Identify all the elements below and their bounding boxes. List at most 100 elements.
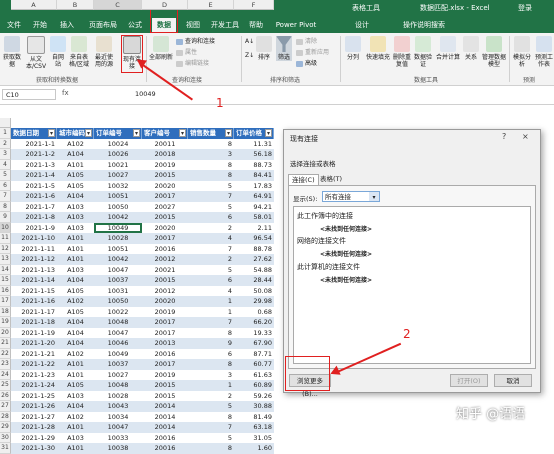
filter-dropdown-icon[interactable]: ▾ (133, 129, 140, 137)
advanced-filter-button[interactable]: 高级 (296, 60, 317, 68)
table-cell[interactable]: 2021-1-13 (11, 265, 57, 276)
table-header-cell[interactable]: 订单编号 ▾ (94, 128, 142, 139)
row-header[interactable]: 2 (0, 138, 11, 149)
row-header[interactable]: 1 (0, 128, 11, 139)
tab-page-layout[interactable]: 页面布局 (86, 18, 120, 32)
row-header[interactable]: 19 (0, 317, 11, 328)
table-cell[interactable]: 2021-1-20 (11, 338, 57, 349)
table-cell[interactable]: 94.21 (234, 202, 274, 213)
cancel-button[interactable]: 取消 (494, 374, 532, 387)
table-cell[interactable]: 2 (188, 391, 234, 402)
filter-dropdown-icon[interactable]: ▾ (48, 129, 55, 137)
row-header[interactable]: 4 (0, 159, 11, 170)
table-cell[interactable]: A101 (57, 443, 94, 454)
recent-sources-button[interactable]: 最近使用的源 (93, 36, 115, 68)
tab-formulas[interactable]: 公式 (125, 18, 145, 32)
table-cell[interactable]: 54.88 (234, 265, 274, 276)
row-header[interactable]: 8 (0, 201, 11, 212)
table-cell[interactable]: 20016 (142, 433, 188, 444)
tab-power-pivot[interactable]: Power Pivot (272, 18, 320, 32)
table-cell[interactable]: 2021-1-8 (11, 212, 57, 223)
column-header-f[interactable]: F (234, 0, 274, 10)
table-cell[interactable]: 3 (188, 149, 234, 160)
table-cell[interactable]: 4 (188, 286, 234, 297)
table-cell[interactable]: 2021-1-15 (11, 286, 57, 297)
column-header-c[interactable]: C (94, 0, 142, 10)
table-cell[interactable]: 2021-1-16 (11, 296, 57, 307)
table-cell[interactable]: 10049 (94, 349, 142, 360)
table-cell[interactable]: A102 (57, 296, 94, 307)
worksheet-grid[interactable]: 1 数据日期 ▾ 城市编码 ▾ 订单编号 ▾ 客户编号 ▾ 销售数量 ▾ 订单价格 ▾ 2 2021-1-1… (0, 128, 283, 454)
table-cell[interactable]: A105 (57, 380, 94, 391)
table-cell[interactable]: 7 (188, 317, 234, 328)
relationships-button[interactable]: 关系 (463, 36, 479, 61)
table-cell[interactable]: 58.01 (234, 212, 274, 223)
flash-fill-button[interactable]: 快速填充 (366, 36, 390, 61)
table-cell[interactable]: 1 (188, 307, 234, 318)
table-cell[interactable]: 2021-1-25 (11, 391, 57, 402)
row-header[interactable]: 5 (0, 170, 11, 181)
formula-input[interactable]: 10049 (135, 90, 156, 98)
table-cell[interactable]: 2021-1-24 (11, 380, 57, 391)
row-header[interactable]: 28 (0, 411, 11, 422)
table-cell[interactable]: 2021-1-18 (11, 317, 57, 328)
table-cell[interactable]: 10033 (94, 433, 142, 444)
row-header[interactable]: 31 (0, 443, 11, 454)
table-cell[interactable]: 10037 (94, 275, 142, 286)
text-to-columns-button[interactable]: 分列 (344, 36, 362, 61)
table-cell[interactable]: A101 (57, 254, 94, 265)
table-cell[interactable]: A105 (57, 181, 94, 192)
table-cell[interactable]: 2021-1-17 (11, 307, 57, 318)
table-cell[interactable]: 8 (188, 412, 234, 423)
table-cell[interactable]: 60.77 (234, 359, 274, 370)
table-cell[interactable]: 56.18 (234, 149, 274, 160)
dialog-close-button[interactable]: × (522, 132, 529, 141)
row-header[interactable]: 22 (0, 348, 11, 359)
tab-developer[interactable]: 开发工具 (208, 18, 242, 32)
table-cell[interactable]: 11.31 (234, 139, 274, 150)
column-header-a[interactable]: A (11, 0, 57, 10)
connections-list[interactable]: 此工作簿中的连接 <未找到任何连接> 网络的连接文件 <未找到任何连接> 此计算… (293, 206, 531, 364)
table-cell[interactable]: 8 (188, 359, 234, 370)
table-cell[interactable]: 5 (188, 401, 234, 412)
table-cell[interactable]: 10021 (94, 160, 142, 171)
table-cell[interactable]: 2021-1-5 (11, 181, 57, 192)
table-cell[interactable]: 2021-1-29 (11, 433, 57, 444)
table-cell[interactable]: 10022 (94, 307, 142, 318)
table-cell[interactable]: 10047 (94, 422, 142, 433)
table-header-cell[interactable]: 销售数量 ▾ (188, 128, 234, 139)
table-cell[interactable]: A105 (57, 170, 94, 181)
table-cell[interactable]: A102 (57, 349, 94, 360)
table-cell[interactable]: 2021-1-26 (11, 401, 57, 412)
table-cell[interactable]: 20019 (142, 370, 188, 381)
table-cell[interactable]: 10042 (94, 254, 142, 265)
table-cell[interactable]: A103 (57, 223, 94, 234)
table-cell[interactable]: A104 (57, 338, 94, 349)
table-header-cell[interactable]: 客户编号 ▾ (142, 128, 188, 139)
table-cell[interactable]: 10027 (94, 370, 142, 381)
table-cell[interactable]: 20017 (142, 191, 188, 202)
table-cell[interactable]: 2021-1-6 (11, 191, 57, 202)
table-cell[interactable]: 2021-1-9 (11, 223, 57, 234)
queries-connections-button[interactable]: 查询和连接 (176, 38, 215, 46)
table-cell[interactable]: 60.89 (234, 380, 274, 391)
fx-icon[interactable]: fx (62, 89, 69, 97)
table-cell[interactable]: A104 (57, 191, 94, 202)
table-cell[interactable]: 2021-1-12 (11, 254, 57, 265)
table-cell[interactable]: 2021-1-10 (11, 233, 57, 244)
column-header-e[interactable]: E (188, 0, 234, 10)
table-cell[interactable]: 67.90 (234, 338, 274, 349)
table-cell[interactable]: 63.18 (234, 422, 274, 433)
table-cell[interactable]: 5 (188, 433, 234, 444)
table-cell[interactable]: A101 (57, 244, 94, 255)
table-cell[interactable]: 2.11 (234, 223, 274, 234)
table-cell[interactable]: 2021-1-28 (11, 422, 57, 433)
table-cell[interactable]: 10050 (94, 296, 142, 307)
table-cell[interactable]: 6 (188, 212, 234, 223)
table-cell[interactable]: 20016 (142, 244, 188, 255)
table-cell[interactable]: 10048 (94, 380, 142, 391)
table-cell[interactable]: 20011 (142, 139, 188, 150)
table-cell[interactable]: 8 (188, 170, 234, 181)
table-cell[interactable]: 59.26 (234, 391, 274, 402)
table-cell[interactable]: 10038 (94, 443, 142, 454)
